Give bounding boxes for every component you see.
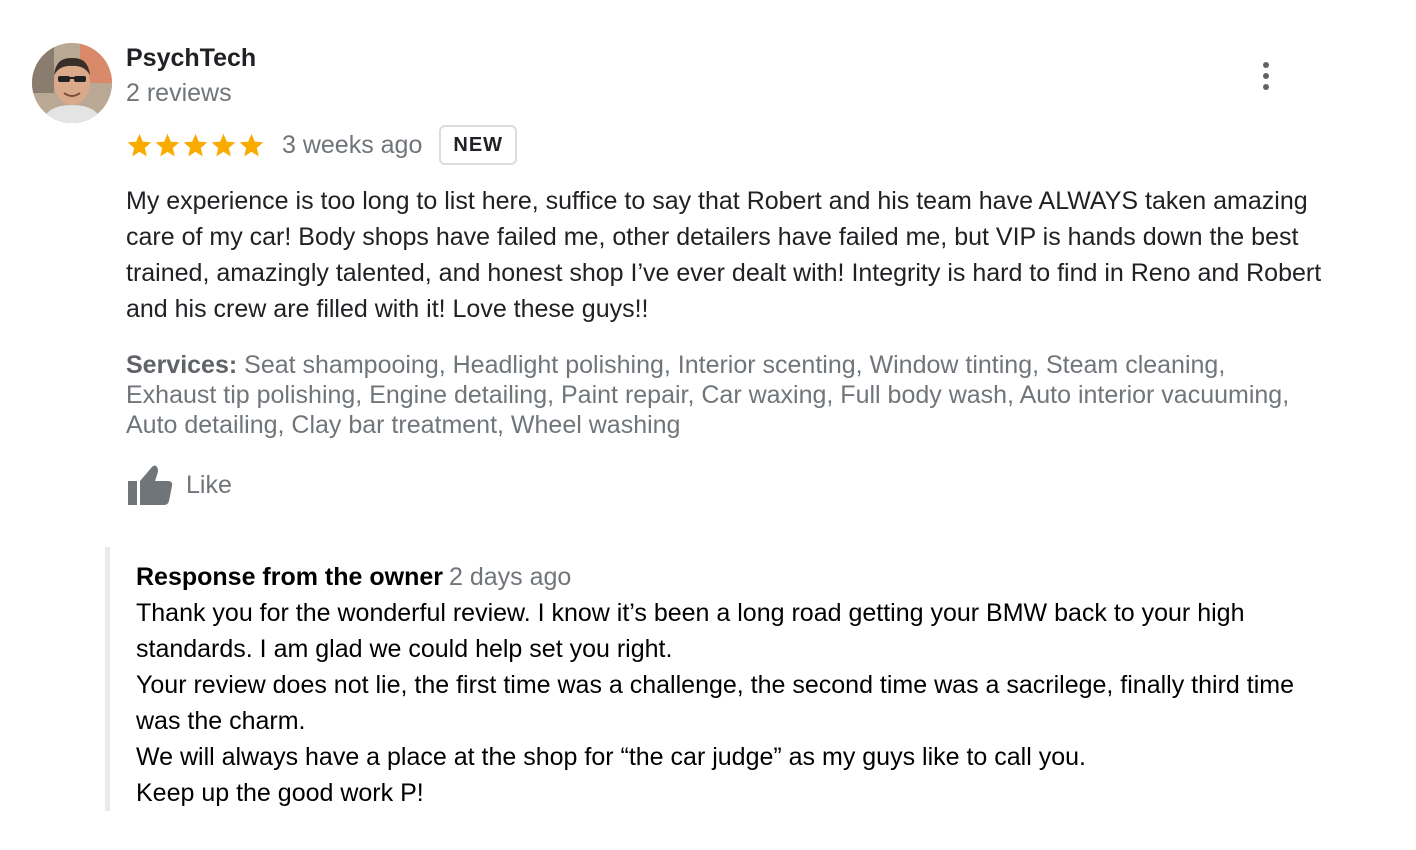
like-button[interactable]: Like xyxy=(126,460,232,510)
review-timestamp: 3 weeks ago xyxy=(282,130,423,159)
owner-response: Response from the owner 2 days ago Thank … xyxy=(105,547,1370,811)
owner-response-body: Thank you for the wonderful review. I kn… xyxy=(136,595,1336,811)
star-icon xyxy=(211,133,236,156)
star-icon xyxy=(239,133,264,156)
review-count[interactable]: 2 reviews xyxy=(126,77,232,109)
owner-response-paragraph: Your review does not lie, the first time… xyxy=(136,671,1294,735)
owner-response-timestamp: 2 days ago xyxy=(449,563,572,591)
owner-response-paragraph: Thank you for the wonderful review. I kn… xyxy=(136,599,1245,663)
star-rating xyxy=(126,132,265,159)
owner-response-paragraph: Keep up the good work P! xyxy=(136,779,424,807)
more-vertical-icon-dot xyxy=(1263,84,1269,90)
star-icon xyxy=(155,133,180,156)
review-text: My experience is too long to list here, … xyxy=(126,187,1322,323)
thumbs-up-icon xyxy=(128,465,173,505)
star-icon xyxy=(183,133,208,156)
services-label: Services: xyxy=(126,351,238,379)
owner-response-title: Response from the owner xyxy=(136,563,443,591)
services-list: Services: Seat shampooing, Headlight pol… xyxy=(126,350,1316,440)
rating-row: 3 weeks ago NEW xyxy=(126,123,518,167)
more-vertical-icon xyxy=(1263,62,1269,68)
services-text: Seat shampooing, Headlight polishing, In… xyxy=(126,351,1290,439)
user-photo-avatar xyxy=(32,43,112,123)
star-icon xyxy=(127,133,152,156)
owner-response-paragraph: We will always have a place at the shop … xyxy=(136,743,1086,771)
owner-response-header: Response from the owner 2 days ago xyxy=(136,561,571,593)
more-vertical-icon-dot xyxy=(1263,73,1269,79)
like-label: Like xyxy=(186,470,232,499)
reviewer-avatar[interactable] xyxy=(32,43,112,123)
new-badge: NEW xyxy=(439,125,518,165)
reviewer-name[interactable]: PsychTech xyxy=(126,42,256,74)
more-options-button[interactable] xyxy=(1250,56,1282,96)
